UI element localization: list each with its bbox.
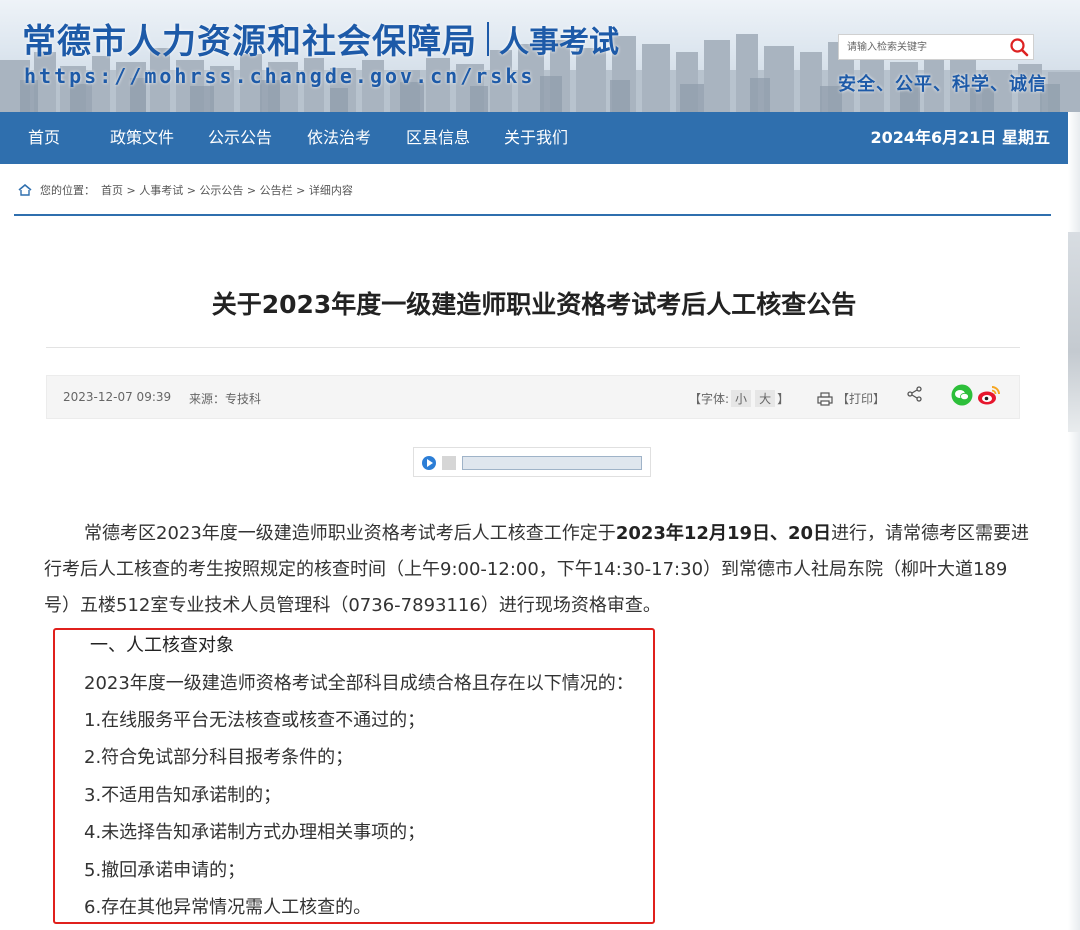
- exam-dates: 2023年12月19日、20日: [615, 523, 832, 544]
- search-button[interactable]: [1005, 35, 1033, 59]
- title-divider-line: [46, 347, 1020, 348]
- social-share: [951, 384, 1001, 406]
- list-item: 1.在线服务平台无法核查或核查不通过的；: [84, 710, 426, 731]
- nav-item-lawful-exam[interactable]: 依法治考: [307, 112, 371, 164]
- list-item: 2.符合免试部分科目报考条件的；: [84, 747, 354, 768]
- printer-icon: [817, 391, 833, 406]
- share-button[interactable]: [907, 386, 923, 405]
- breadcrumb-prefix: 您的位置：: [40, 184, 95, 197]
- search-input[interactable]: [839, 35, 1005, 59]
- intro-paragraph: 常德考区2023年度一级建造师职业资格考试考后人工核查工作定于2023年12月1…: [44, 523, 1030, 616]
- print-button[interactable]: 【打印】: [817, 390, 885, 407]
- nav-item-home[interactable]: 首页: [28, 112, 60, 164]
- site-url: https://mohrss.changde.gov.cn/rsks: [24, 64, 536, 88]
- section-heading: 一、人工核查对象: [90, 635, 234, 656]
- play-icon[interactable]: [422, 456, 436, 470]
- audio-progress-bar[interactable]: [462, 456, 642, 470]
- font-large-button[interactable]: 大: [755, 390, 776, 407]
- nav-item-announcements[interactable]: 公示公告: [208, 112, 272, 164]
- nav-item-about[interactable]: 关于我们: [504, 112, 568, 164]
- section-lead: 2023年度一级建造师资格考试全部科目成绩合格且存在以下情况的：: [84, 673, 634, 694]
- article-meta-bar: 2023-12-07 09:39 来源：专技科 【字体: 小 大 】 【打印】: [46, 375, 1020, 419]
- article-source: 来源：专技科: [189, 392, 262, 406]
- site-title: 常德市人力资源和社会保障局 人事考试: [22, 14, 619, 63]
- list-item: 6.存在其他异常情况需人工核查的。: [84, 897, 372, 918]
- header-banner: 常德市人力资源和社会保障局 人事考试 https://mohrss.changd…: [0, 0, 1080, 112]
- search-box: [838, 34, 1034, 60]
- breadcrumb-current: 详细内容: [308, 184, 353, 197]
- breadcrumb-exam[interactable]: 人事考试: [139, 184, 183, 197]
- main-nav: 首页 政策文件 公示公告 依法治考 区县信息 关于我们 2024年6月21日 星…: [0, 112, 1068, 164]
- current-date: 2024年6月21日 星期五: [870, 128, 1050, 147]
- breadcrumb-home[interactable]: 首页: [101, 184, 123, 197]
- page-edge-decoration: [1068, 112, 1080, 930]
- breadcrumb-divider: [14, 214, 1051, 216]
- list-item: 5.撤回承诺申请的；: [84, 860, 246, 881]
- font-size-control: 【字体: 小 大 】: [689, 390, 790, 407]
- nav-item-policy[interactable]: 政策文件: [110, 112, 174, 164]
- share-icon: [907, 386, 922, 402]
- nav-item-district-info[interactable]: 区县信息: [406, 112, 470, 164]
- article-title: 关于2023年度一级建造师职业资格考试考后人工核查公告: [211, 290, 857, 319]
- list-item: 4.未选择告知承诺制方式办理相关事项的；: [84, 822, 426, 843]
- publish-date: 2023-12-07 09:39: [63, 390, 172, 404]
- title-divider: [487, 21, 489, 56]
- section-name: 人事考试: [499, 24, 619, 60]
- stop-icon[interactable]: [442, 456, 456, 470]
- font-small-button[interactable]: 小: [731, 390, 752, 407]
- breadcrumb-bulletin[interactable]: 公告栏: [260, 184, 293, 197]
- wechat-icon[interactable]: [951, 384, 973, 406]
- breadcrumb: 您的位置： 首页 > 人事考试 > 公示公告 > 公告栏 > 详细内容: [18, 182, 353, 198]
- list-item: 3.不适用告知承诺制的；: [84, 785, 282, 806]
- audio-player: [413, 447, 651, 477]
- weibo-icon[interactable]: [977, 384, 1001, 406]
- site-name: 常德市人力资源和社会保障局: [22, 22, 477, 62]
- slogan: 安全、公平、科学、诚信: [838, 74, 1047, 95]
- breadcrumb-announcements[interactable]: 公示公告: [199, 184, 243, 197]
- home-icon: [18, 184, 32, 196]
- search-icon: [1010, 38, 1029, 57]
